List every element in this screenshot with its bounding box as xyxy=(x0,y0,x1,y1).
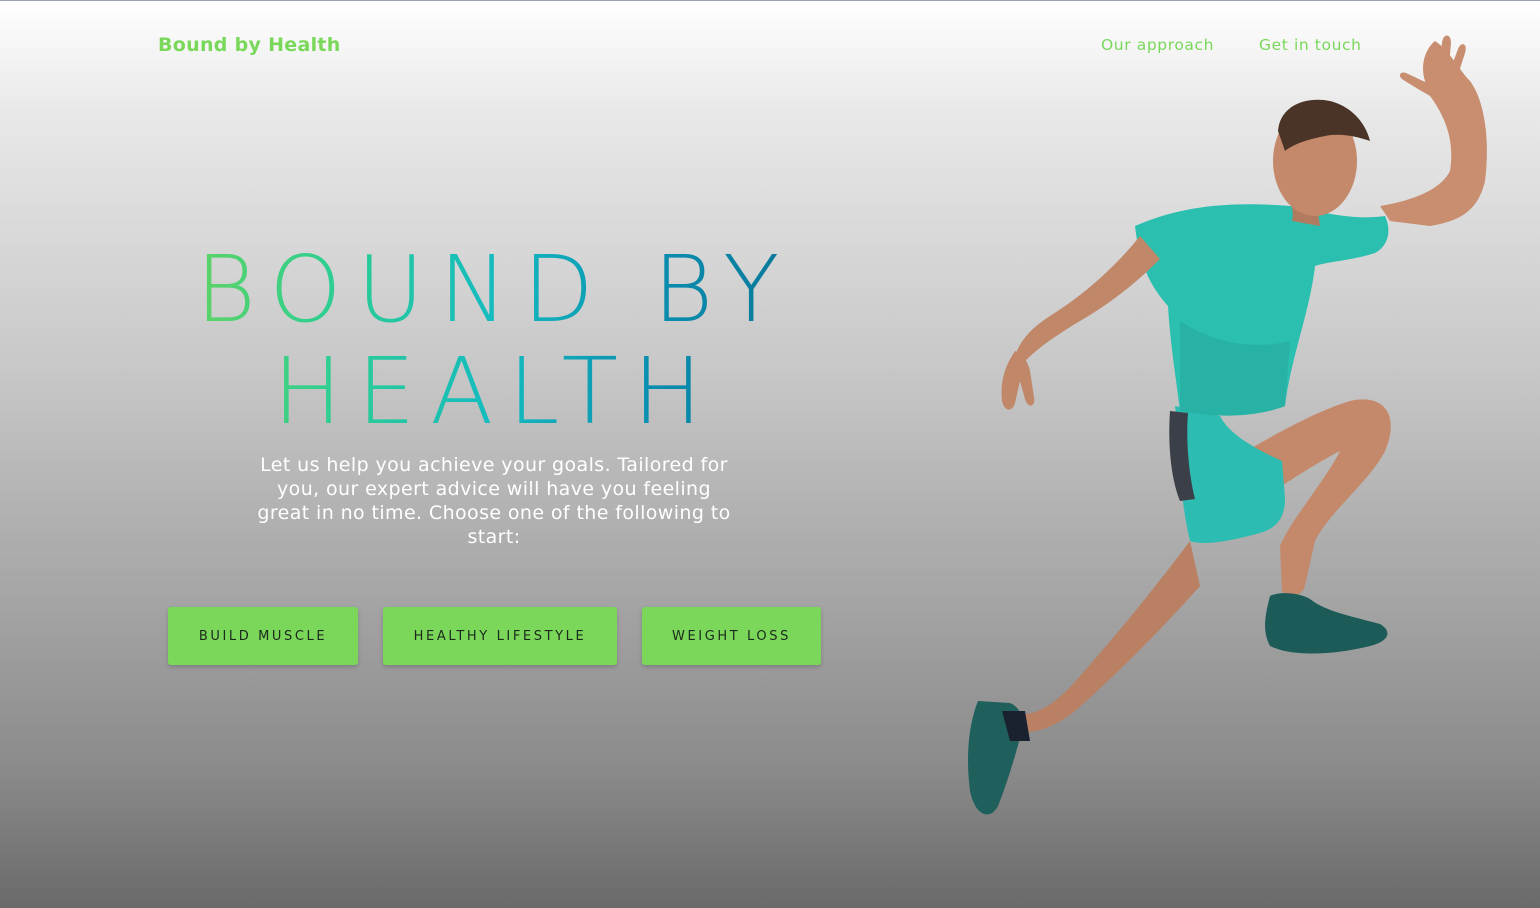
build-muscle-button[interactable]: BUILD MUSCLE xyxy=(168,607,358,665)
hero-description: Let us help you achieve your goals. Tail… xyxy=(257,454,731,548)
hero-title-line-2: HEALTH xyxy=(272,338,718,445)
hero-title-line-1: BOUND BY xyxy=(195,236,795,343)
runner-image xyxy=(967,35,1487,815)
weight-loss-button[interactable]: WEIGHT LOSS xyxy=(642,607,821,665)
hero-title: BOUND BY HEALTH xyxy=(150,239,840,443)
brand-logo[interactable]: Bound by Health xyxy=(158,34,341,56)
healthy-lifestyle-button[interactable]: HEALTHY LIFESTYLE xyxy=(383,607,617,665)
